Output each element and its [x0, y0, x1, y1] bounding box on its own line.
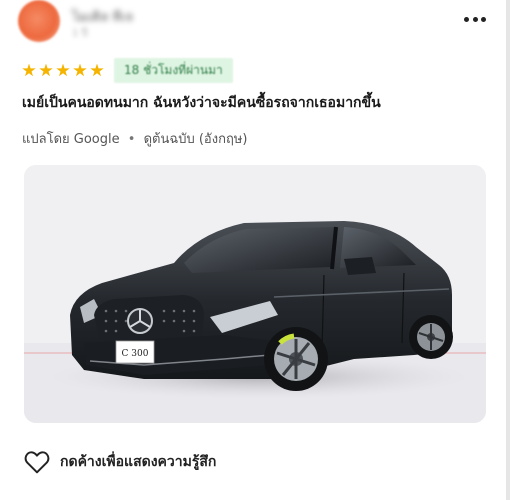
star-icon: [73, 63, 87, 77]
review-text: เมย์เป็นคนอดทนมาก ฉันหวังว่าจะมีคนซื้อรถ…: [22, 95, 381, 111]
reviewer-subline: 1 ปี: [72, 28, 88, 39]
rating-row: 18 ชั่วโมงที่ผ่านมา: [22, 58, 233, 83]
reviewer-name[interactable]: ไมเคิล ทีเจ: [72, 6, 133, 27]
translation-line: แปลโดย Google • ดูต้นฉบับ (อังกฤษ): [22, 128, 247, 149]
star-icon: [90, 63, 104, 77]
car-image: C 300: [24, 165, 486, 423]
react-label: กดค้างเพื่อแสดงความรู้สึก: [60, 454, 217, 470]
react-button[interactable]: กดค้างเพื่อแสดงความรู้สึก: [24, 450, 216, 474]
time-badge: 18 ชั่วโมงที่ผ่านมา: [114, 58, 233, 83]
more-dots-icon: [464, 16, 469, 22]
separator: •: [127, 132, 136, 147]
translated-by-label: แปลโดย Google: [22, 132, 120, 147]
view-original-link[interactable]: ดูต้นฉบับ (อังกฤษ): [144, 132, 248, 147]
avatar[interactable]: [18, 0, 60, 42]
star-rating: [22, 63, 104, 78]
license-plate: C 300: [122, 349, 149, 359]
review-card: ไมเคิล ทีเจ 1 ปี 18 ชั่วโมงที่ผ่านมา เมย…: [0, 0, 510, 500]
heart-outline-icon: [24, 451, 50, 474]
star-icon: [56, 63, 70, 77]
review-photo[interactable]: C 300: [24, 165, 486, 423]
star-icon: [22, 63, 36, 77]
scrollbar[interactable]: [506, 0, 510, 500]
more-options-button[interactable]: [464, 12, 486, 26]
star-icon: [39, 63, 53, 77]
